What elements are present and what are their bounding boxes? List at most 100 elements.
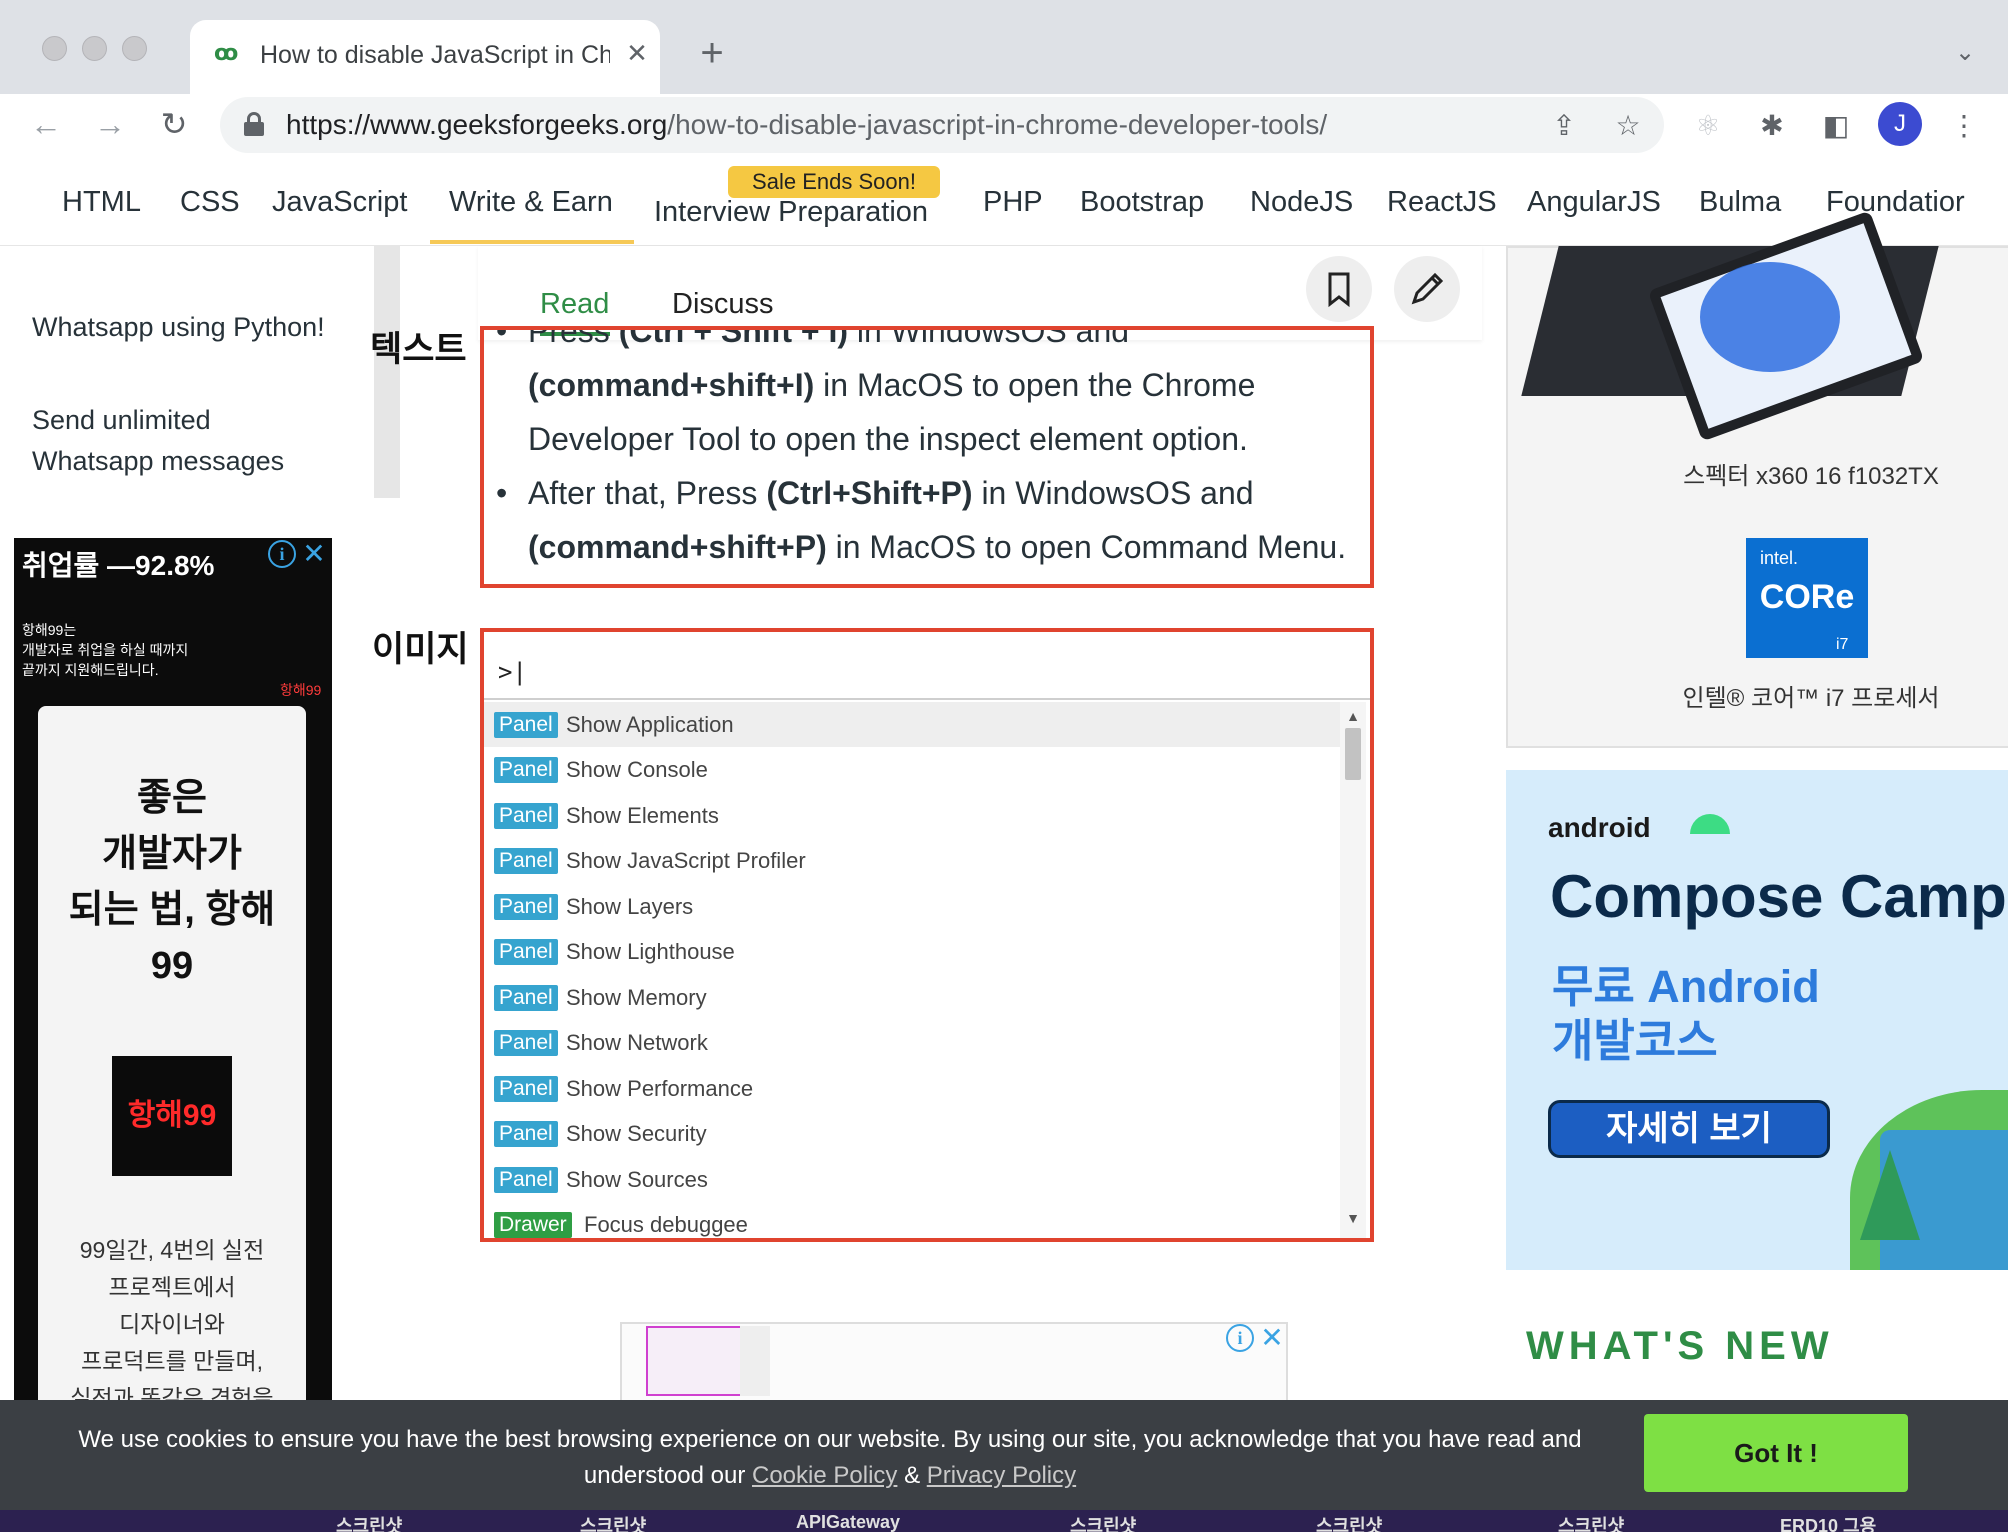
tab-discuss[interactable]: Discuss <box>672 286 774 322</box>
command-badge: Panel <box>494 1167 558 1193</box>
command-badge: Panel <box>494 894 558 920</box>
tab-search-chevron-icon[interactable]: ⌄ <box>1948 36 1982 70</box>
nav-angularjs[interactable]: AngularJS <box>1527 184 1661 220</box>
profile-avatar[interactable]: J <box>1878 102 1922 146</box>
reload-icon[interactable]: ↻ <box>152 102 196 146</box>
command-menu-scrollbar[interactable] <box>1340 702 1366 1238</box>
label-image: 이미지 <box>372 630 469 669</box>
nav-bulma[interactable]: Bulma <box>1699 184 1781 220</box>
desktop-file-label[interactable]: 스크린샷 <box>1316 1512 1382 1532</box>
command-row[interactable]: Panel Show Network <box>484 1020 1340 1065</box>
ad-close-icon[interactable]: ✕ <box>1258 1324 1286 1352</box>
command-row[interactable]: Panel Show Performance <box>484 1066 1340 1111</box>
sidebar-link-send-unlimited[interactable]: Send unlimited <box>32 399 211 441</box>
ad-left-big-line: 개발자가 <box>102 833 242 875</box>
bullet-dot: • <box>496 475 508 511</box>
ad-info-icon[interactable]: i <box>1226 1324 1254 1352</box>
nav-interview-preparation[interactable]: Interview Preparation <box>654 194 928 230</box>
command-row[interactable]: Drawer Focus debuggee <box>484 1202 1340 1238</box>
window-close-button[interactable] <box>42 36 67 61</box>
forward-arrow-icon[interactable]: → <box>88 102 132 146</box>
ad-left-small-line: 끝까지 지원해드립니다. <box>22 662 159 678</box>
tab-title: How to disable JavaScript in Ch <box>260 41 610 69</box>
side-panel-icon[interactable]: ◧ <box>1816 106 1856 146</box>
bookmark-star-icon[interactable]: ☆ <box>1608 106 1648 146</box>
nav-reactjs[interactable]: ReactJS <box>1387 184 1497 220</box>
command-label: Show Elements <box>566 803 719 828</box>
command-label: Focus debuggee <box>584 1212 748 1237</box>
desktop-file-label[interactable]: 스크린샷 <box>336 1512 402 1532</box>
command-label: Show Security <box>566 1121 707 1146</box>
sidebar-link-whatsapp-python[interactable]: Whatsapp using Python! <box>32 306 325 348</box>
tab-close-icon[interactable]: ✕ <box>622 36 652 70</box>
desktop-file-label[interactable]: 스크린샷 <box>580 1512 646 1532</box>
bullet2-pre: After that, Press <box>528 475 767 511</box>
cookie-text: We use cookies to ensure you have the be… <box>40 1422 1620 1494</box>
desktop-file-label[interactable]: ERD10 그용 <box>1780 1512 1876 1532</box>
nav-javascript[interactable]: JavaScript <box>272 184 407 220</box>
android-kr-text: 무료 Android 개발코스 <box>1552 960 1820 1068</box>
bullet2-post: in WindowsOS and <box>972 475 1254 511</box>
desktop-file-label[interactable]: APIGateway <box>796 1512 900 1532</box>
privacy-policy-link[interactable]: Privacy Policy <box>927 1462 1076 1489</box>
ad-info-icon[interactable]: i <box>268 540 296 568</box>
nav-css[interactable]: CSS <box>180 184 240 220</box>
command-badge: Panel <box>494 712 558 738</box>
ad-left-big-text: 좋은 개발자가 되는 법, 항해 99 <box>50 770 294 994</box>
window-minimize-button[interactable] <box>82 36 107 61</box>
nav-foundation[interactable]: Foundatior <box>1826 184 1965 220</box>
learn-more-button[interactable]: 자세히 보기 <box>1548 1100 1830 1158</box>
ad-left-big-line: 되는 법, 항해 <box>68 889 276 931</box>
back-arrow-icon[interactable]: ← <box>24 102 68 146</box>
lock-icon[interactable] <box>244 112 264 136</box>
text-highlight-box: • Press (Ctrl + Shift + I) in WindowsOS … <box>480 326 1374 588</box>
nav-php[interactable]: PHP <box>983 184 1043 220</box>
nav-nodejs[interactable]: NodeJS <box>1250 184 1353 220</box>
nav-write-earn[interactable]: Write & Earn <box>449 184 613 220</box>
window-zoom-button[interactable] <box>122 36 147 61</box>
nav-bootstrap[interactable]: Bootstrap <box>1080 184 1204 220</box>
cookie-text-line1: We use cookies to ensure you have the be… <box>78 1426 1582 1453</box>
sidebar-scrollbar[interactable] <box>374 246 400 498</box>
command-row[interactable]: Panel Show Application <box>484 702 1340 747</box>
got-it-button[interactable]: Got It ! <box>1644 1414 1908 1492</box>
ad-left-big-line: 99 <box>150 945 194 987</box>
url-text[interactable]: https://www.geeksforgeeks.org/how-to-dis… <box>286 106 1327 144</box>
command-menu-input[interactable]: >| <box>484 632 1370 700</box>
android-brand: android <box>1548 812 1651 843</box>
ad-left-headline: 취업률 —92.8% <box>22 550 215 581</box>
ad-left-brand-small: 항해99 <box>280 682 322 698</box>
cpu-text: 인텔® 코어™ i7 프로세서 <box>1682 685 1940 712</box>
bullet2-key: (Ctrl+Shift+P) <box>766 475 973 511</box>
inline-ad-thumbnail-edge <box>740 1326 770 1396</box>
desktop-file-label[interactable]: 스크린샷 <box>1070 1512 1136 1532</box>
scroll-down-arrow-icon[interactable]: ▼ <box>1342 1208 1364 1228</box>
cookie-policy-link[interactable]: Cookie Policy <box>752 1462 897 1489</box>
bookmark-button[interactable] <box>1306 256 1372 322</box>
nav-html[interactable]: HTML <box>62 184 141 220</box>
url-host: https://www.geeksforgeeks.org <box>286 109 668 140</box>
inline-ad-thumbnail <box>646 1326 742 1396</box>
command-row[interactable]: Panel Show Layers <box>484 884 1340 929</box>
ad-close-icon[interactable]: ✕ <box>300 540 328 568</box>
command-badge: Panel <box>494 939 558 965</box>
command-row[interactable]: Panel Show Security <box>484 1111 1340 1156</box>
command-menu-scroll-thumb[interactable] <box>1345 728 1361 780</box>
scroll-up-arrow-icon[interactable]: ▲ <box>1342 706 1364 726</box>
new-tab-icon[interactable]: + <box>692 30 732 76</box>
command-row[interactable]: Panel Show Sources <box>484 1157 1340 1202</box>
sidebar-link-whatsapp-messages[interactable]: Whatsapp messages <box>32 440 284 482</box>
react-devtools-extension-icon[interactable]: ⚛ <box>1688 106 1728 146</box>
command-row[interactable]: Panel Show Memory <box>484 975 1340 1020</box>
command-row[interactable]: Panel Show Console <box>484 747 1340 792</box>
desktop-file-label[interactable]: 스크린샷 <box>1558 1512 1624 1532</box>
tab-read[interactable]: Read <box>540 286 609 322</box>
bullet1-post: in WindowsOS and <box>848 326 1130 349</box>
command-row[interactable]: Panel Show JavaScript Profiler <box>484 838 1340 883</box>
command-row[interactable]: Panel Show Elements <box>484 793 1340 838</box>
extensions-puzzle-icon[interactable]: ✱ <box>1752 106 1792 146</box>
edit-button[interactable] <box>1394 256 1460 322</box>
share-icon[interactable]: ⇪ <box>1544 106 1584 146</box>
command-row[interactable]: Panel Show Lighthouse <box>484 929 1340 974</box>
browser-menu-icon[interactable]: ⋮ <box>1944 106 1984 146</box>
